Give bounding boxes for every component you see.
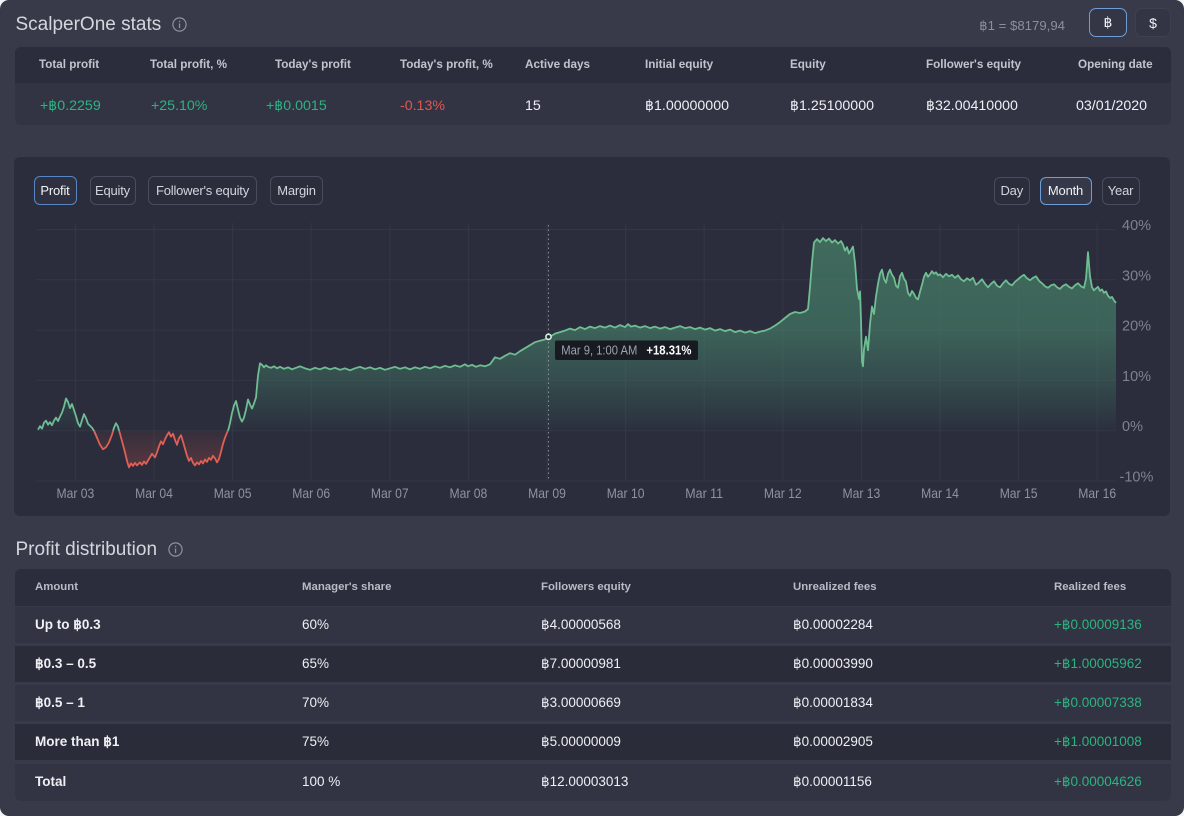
svg-text:20%: 20%	[1122, 319, 1151, 335]
svg-text:Mar 06: Mar 06	[292, 485, 330, 501]
svg-text:30%: 30%	[1122, 268, 1151, 284]
svg-text:Mar 05: Mar 05	[214, 485, 252, 501]
svg-text:Mar 16: Mar 16	[1078, 485, 1116, 501]
svg-text:Mar 9, 1:00 AM: Mar 9, 1:00 AM	[561, 343, 637, 358]
svg-text:Mar 14: Mar 14	[921, 485, 959, 501]
svg-text:Mar 03: Mar 03	[57, 485, 95, 501]
svg-text:Mar 10: Mar 10	[607, 485, 645, 501]
svg-text:40%: 40%	[1122, 218, 1151, 234]
svg-text:0%: 0%	[1122, 419, 1143, 435]
svg-text:10%: 10%	[1122, 369, 1151, 385]
svg-text:Mar 07: Mar 07	[371, 485, 409, 501]
svg-text:Mar 13: Mar 13	[843, 485, 881, 501]
svg-text:Mar 09: Mar 09	[528, 485, 566, 501]
svg-text:Mar 12: Mar 12	[764, 485, 802, 501]
svg-text:Mar 04: Mar 04	[135, 485, 173, 501]
svg-text:Mar 08: Mar 08	[450, 485, 488, 501]
svg-text:-10%: -10%	[1120, 470, 1154, 486]
svg-text:+18.31%: +18.31%	[646, 343, 692, 358]
svg-text:Mar 15: Mar 15	[1000, 485, 1038, 501]
svg-text:Mar 11: Mar 11	[685, 485, 723, 501]
